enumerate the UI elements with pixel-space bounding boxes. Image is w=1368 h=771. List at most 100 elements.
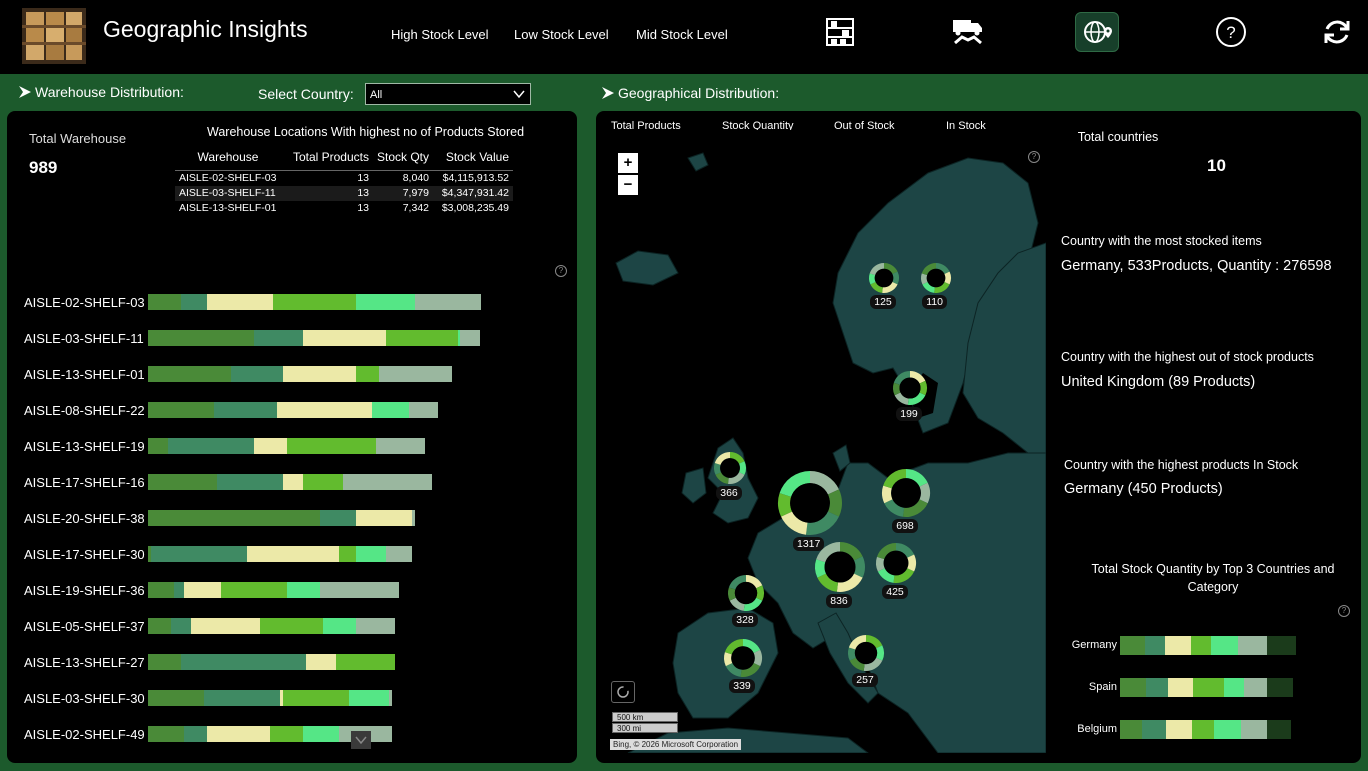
bar-segment[interactable] [148,294,181,310]
category-segment[interactable] [1267,636,1297,655]
bar-segment[interactable] [273,294,356,310]
bar-segment[interactable] [148,510,320,526]
map-help-icon[interactable]: ? [1028,151,1040,163]
table-row[interactable]: AISLE-03-SHELF-11 13 7,979 $4,347,931.42 [175,185,513,201]
map-bubble[interactable] [724,639,762,677]
bar-segment[interactable] [408,402,439,418]
category-segment[interactable] [1244,678,1267,697]
category-segment[interactable] [1165,636,1191,655]
category-segment[interactable] [1241,720,1268,739]
category-segment[interactable] [1223,678,1245,697]
zoom-out-button[interactable]: − [618,175,638,195]
col-warehouse[interactable]: Warehouse [175,148,281,171]
bar-segment[interactable] [204,690,280,706]
bar-segment[interactable] [415,294,482,310]
bar-segment[interactable] [167,438,254,454]
bar-segment[interactable] [372,402,409,418]
category-segment[interactable] [1120,720,1143,739]
bar-segment[interactable] [460,330,480,346]
bar-segment[interactable] [171,618,191,634]
bar-segment[interactable] [148,366,231,382]
bar-segment[interactable] [303,726,340,742]
bar-segment[interactable] [148,726,185,742]
map-tab-out-of-stock[interactable]: Out of Stock [834,120,895,130]
map-bubble[interactable] [921,263,951,293]
bar-segment[interactable] [148,330,254,346]
bar-segment[interactable] [190,618,261,634]
scroll-down-button[interactable] [351,731,371,749]
map-bubble[interactable] [893,371,927,405]
bar-segment[interactable] [148,654,181,670]
bar-segment[interactable] [148,438,168,454]
col-stock-value[interactable]: Stock Value [433,148,513,171]
nav-mid-stock[interactable]: Mid Stock Level [636,27,728,42]
bar-segment[interactable] [184,582,221,598]
bar-segment[interactable] [306,654,337,670]
supplier-page-button[interactable] [946,12,990,52]
bar-segment[interactable] [276,402,373,418]
category-segment[interactable] [1145,636,1166,655]
bar-segment[interactable] [283,690,350,706]
europe-map[interactable] [608,133,1046,753]
bar-segment[interactable] [385,546,412,562]
category-segment[interactable] [1214,720,1242,739]
bar-segment[interactable] [207,294,274,310]
bar-segment[interactable] [283,366,356,382]
help-button[interactable]: ? [1209,12,1253,52]
bar-segment[interactable] [148,618,172,634]
bar-segment[interactable] [214,402,277,418]
category-help-icon[interactable]: ? [1338,605,1350,617]
bar-segment[interactable] [375,438,426,454]
bar-segment[interactable] [217,474,284,490]
bar-segment[interactable] [388,690,393,706]
bar-segment[interactable] [322,618,356,634]
bar-segment[interactable] [355,546,386,562]
zoom-in-button[interactable]: + [618,153,638,173]
reset-map-button[interactable] [611,681,635,703]
bar-segment[interactable] [270,726,304,742]
bar-segment[interactable] [342,474,432,490]
bar-segment[interactable] [283,474,304,490]
map-bubble[interactable] [778,471,842,535]
bar-segment[interactable] [207,726,271,742]
bar-segment[interactable] [339,546,356,562]
bar-segment[interactable] [349,690,389,706]
bar-segment[interactable] [286,438,376,454]
bar-segment[interactable] [181,294,208,310]
refresh-button[interactable] [1315,12,1359,52]
bar-segment[interactable] [253,330,304,346]
bar-segment[interactable] [385,330,459,346]
bar-segment[interactable] [319,582,399,598]
category-segment[interactable] [1168,678,1193,697]
bar-segment[interactable] [355,366,379,382]
nav-low-stock[interactable]: Low Stock Level [514,27,609,42]
bar-segment[interactable] [355,510,412,526]
table-row[interactable]: AISLE-02-SHELF-03 13 8,040 $4,115,913.52 [175,171,513,186]
bar-segment[interactable] [378,366,452,382]
category-segment[interactable] [1266,678,1293,697]
bar-segment[interactable] [303,330,386,346]
category-segment[interactable] [1238,636,1268,655]
bar-segment[interactable] [151,546,247,562]
geo-page-button[interactable] [1075,12,1119,52]
map-bubble[interactable] [882,469,930,517]
map-tab-stock-quantity[interactable]: Stock Quantity [722,120,794,130]
map-bubble[interactable] [869,263,899,293]
category-segment[interactable] [1166,720,1192,739]
map-bubble[interactable] [815,542,865,592]
bar-segment[interactable] [220,582,287,598]
bar-segment[interactable] [148,582,175,598]
warehouse-page-button[interactable] [818,12,862,52]
nav-high-stock[interactable]: High Stock Level [391,27,489,42]
map-tab-in-stock[interactable]: In Stock [946,120,986,130]
bar-segment[interactable] [303,474,343,490]
bar-segment[interactable] [336,654,396,670]
bar-chart-help-icon[interactable]: ? [555,265,567,277]
map-bubble[interactable] [714,452,746,484]
bar-segment[interactable] [286,582,320,598]
category-segment[interactable] [1142,720,1167,739]
map-bubble[interactable] [848,635,884,671]
category-segment[interactable] [1145,678,1169,697]
bar-segment[interactable] [246,546,340,562]
bar-segment[interactable] [148,402,214,418]
